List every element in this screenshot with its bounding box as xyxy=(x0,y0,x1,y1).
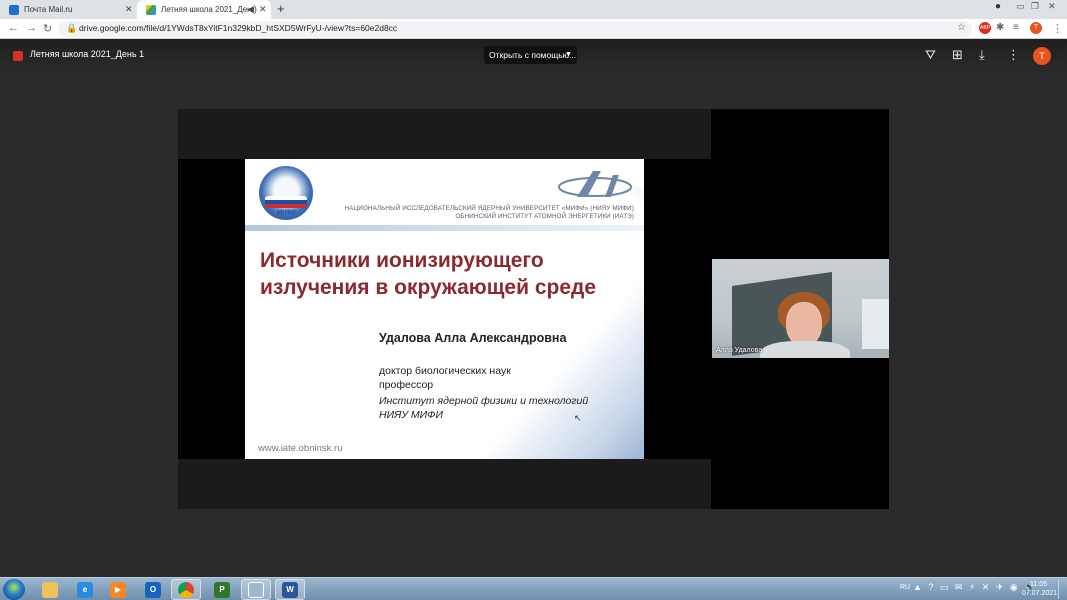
video-letterbox-bottom xyxy=(178,459,711,509)
adblock-extension-icon[interactable]: ABP xyxy=(979,22,991,34)
taskbar-project[interactable]: P xyxy=(207,579,237,600)
browser-menu-icon[interactable]: ⋮ xyxy=(1052,22,1063,35)
tab-drive[interactable]: Летняя школа 2021_День 1 ◀) ✕ xyxy=(137,0,271,19)
cam-background-board xyxy=(862,299,889,349)
slide-title-line-1: Источники ионизирующего xyxy=(260,249,544,272)
participant-name: Алла Удалова xyxy=(716,347,763,354)
taskbar-media-player[interactable]: ▶ xyxy=(103,579,133,600)
lock-icon[interactable]: 🔒 xyxy=(66,23,77,34)
taskbar-explorer[interactable] xyxy=(35,579,65,600)
institution-line-2: ОБНИНСКИЙ ИНСТИТУТ АТОМНОЙ ЭНЕРГЕТИКИ (И… xyxy=(455,213,634,220)
slide-website: www.iate.obninsk.ru xyxy=(258,443,343,454)
profile-avatar[interactable]: T xyxy=(1030,22,1042,34)
logo-text: МИФИ xyxy=(277,210,296,216)
reload-icon[interactable]: ↻ xyxy=(43,22,52,35)
video-letterbox-top xyxy=(178,109,711,159)
slide-background-curve xyxy=(445,179,644,459)
language-indicator[interactable]: RU xyxy=(900,584,910,591)
bookmark-star-icon[interactable]: ☆ xyxy=(957,22,966,33)
mifi-logo-icon: МИФИ xyxy=(259,166,313,220)
tab-mail-close-icon[interactable]: ✕ xyxy=(125,4,133,15)
add-comment-icon[interactable]: ⊞ xyxy=(952,48,963,62)
video-player[interactable]: МИФИ НАЦИОНАЛЬНЫЙ ИССЛЕДОВАТЕЛЬСКИЙ ЯДЕР… xyxy=(178,109,889,509)
internet-explorer-icon: e xyxy=(77,581,93,598)
tab-mail[interactable]: Почта Mail.ru ✕ xyxy=(0,0,136,19)
restore-button[interactable]: ❐ xyxy=(1031,1,1039,12)
participant-body xyxy=(760,341,850,358)
close-window-button[interactable]: ✕ xyxy=(1048,1,1056,12)
open-with-label: Открыть с помощью... xyxy=(489,50,577,60)
slide-title: Источники ионизирующего излучения в окру… xyxy=(260,247,640,301)
project-icon: P xyxy=(214,581,230,598)
slide-degree: доктор биологических наук xyxy=(379,365,511,377)
address-bar-row: ← → ↻ 🔒 drive.google.com/file/d/1YWdsT8x… xyxy=(0,19,1067,39)
taskbar-outlook[interactable]: O xyxy=(138,579,168,600)
logo-flag xyxy=(265,196,307,208)
extensions-puzzle-icon[interactable]: ✱ xyxy=(996,22,1004,33)
slide-header-band xyxy=(245,225,644,231)
browser-tab-strip: Почта Mail.ru ✕ Летняя школа 2021_День 1… xyxy=(0,0,1067,19)
slide-title-line-2: излучения в окружающей среде xyxy=(260,276,597,299)
iate-brandmark-icon xyxy=(558,171,632,197)
word-icon: W xyxy=(282,581,298,598)
viewer-top-bar: Летняя школа 2021_День 1 Открыть с помощ… xyxy=(0,39,1067,73)
mail-favicon-icon xyxy=(9,4,19,15)
tab-mail-label: Почта Mail.ru xyxy=(24,5,73,14)
folder-icon xyxy=(42,581,58,598)
institution-line-1: НАЦИОНАЛЬНЫЙ ИССЛЕДОВАТЕЛЬСКИЙ ЯДЕРНЫЙ У… xyxy=(344,205,634,212)
slide-affiliation-line-1: Институт ядерной физики и технологий xyxy=(379,395,589,407)
presentation-slide: МИФИ НАЦИОНАЛЬНЫЙ ИССЛЕДОВАТЕЛЬСКИЙ ЯДЕР… xyxy=(245,159,644,459)
reading-list-icon[interactable]: ≡ xyxy=(1013,22,1019,33)
participant-video-tile: Алла Удалова xyxy=(712,259,889,358)
add-to-drive-icon[interactable]: ⛛ xyxy=(925,48,936,62)
chevron-down-icon: ▼ xyxy=(565,51,572,58)
clock-date[interactable]: 07.07.2021 xyxy=(1022,590,1057,597)
url-text[interactable]: drive.google.com/file/d/1YWdsT8xYitF1n32… xyxy=(79,23,397,33)
chrome-icon xyxy=(178,581,194,598)
slide-author: Удалова Алла Александровна xyxy=(379,331,567,345)
windows-taskbar: e ▶ O P W RU ▲ ? ▭ ✉ ⚡ ✕ ✈ ◉ 🔊 11:05 07.… xyxy=(0,577,1067,600)
omnibox[interactable]: 🔒 drive.google.com/file/d/1YWdsT8xYitF1n… xyxy=(58,21,972,37)
show-desktop-button[interactable] xyxy=(1058,580,1065,599)
participant-face xyxy=(786,302,822,346)
system-tray-icons[interactable]: ▲ ? ▭ ✉ ⚡ ✕ ✈ ◉ 🔊 xyxy=(913,582,1037,593)
tab-drive-label: Летняя школа 2021_День 1 xyxy=(161,5,249,14)
start-button[interactable] xyxy=(3,579,25,600)
drive-viewer: Летняя школа 2021_День 1 Открыть с помощ… xyxy=(0,39,1067,577)
forward-icon[interactable]: → xyxy=(26,22,37,34)
snipping-tool-icon xyxy=(248,581,264,598)
record-indicator-icon: ● xyxy=(995,1,1002,12)
outlook-icon: O xyxy=(145,581,161,598)
taskbar-internet-explorer[interactable]: e xyxy=(70,579,100,600)
file-title: Летняя школа 2021_День 1 xyxy=(30,49,145,59)
drive-favicon-icon xyxy=(146,4,156,15)
account-avatar[interactable]: T xyxy=(1033,47,1051,65)
media-player-icon: ▶ xyxy=(110,581,126,598)
new-tab-button[interactable]: + xyxy=(277,2,285,16)
taskbar-word[interactable]: W xyxy=(275,579,305,600)
tab-drive-close-icon[interactable]: ✕ xyxy=(259,4,267,15)
minimize-button[interactable]: ▭ xyxy=(1016,1,1025,12)
tab-audio-icon[interactable]: ◀) xyxy=(247,4,257,15)
slide-position: профессор xyxy=(379,379,434,391)
back-icon[interactable]: ← xyxy=(8,22,19,34)
mouse-cursor-icon: ↖ xyxy=(574,413,582,423)
clock-time[interactable]: 11:05 xyxy=(1030,581,1047,588)
taskbar-snipping-tool[interactable] xyxy=(241,579,271,600)
slide-affiliation-line-2: НИЯУ МИФИ xyxy=(379,409,443,421)
download-icon[interactable]: ⤓ xyxy=(979,48,985,62)
taskbar-chrome[interactable] xyxy=(171,579,201,600)
more-actions-icon[interactable]: ⋮ xyxy=(1007,48,1020,62)
video-file-icon xyxy=(13,51,23,61)
open-with-button[interactable]: Открыть с помощью... ▼ xyxy=(484,46,577,64)
